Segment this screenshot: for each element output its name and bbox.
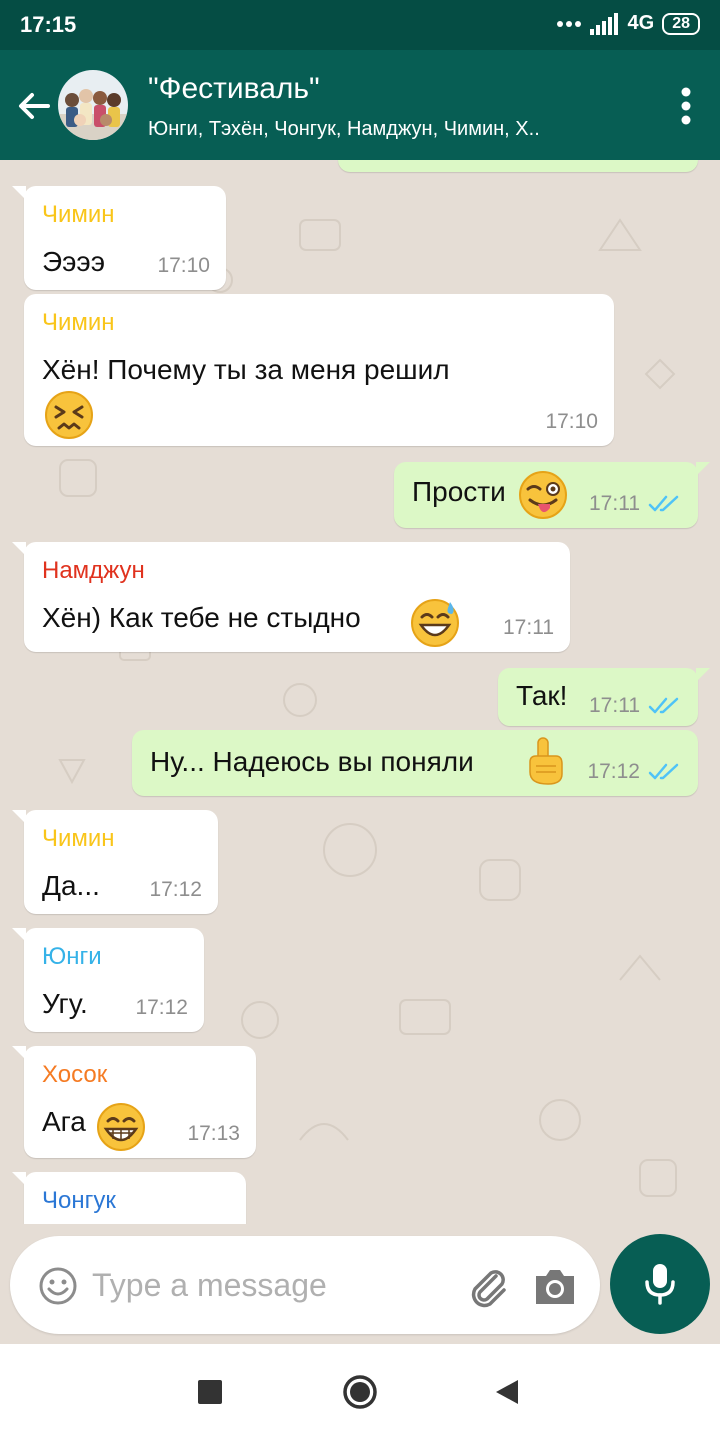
arrow-left-icon[interactable]: [14, 86, 54, 126]
camera-icon[interactable]: [532, 1264, 578, 1308]
message-time: 17:11: [589, 492, 640, 515]
grinning-face-with-sweat-icon: [411, 599, 459, 647]
incoming-message[interactable]: Хосок Ага 17:13: [12, 1046, 256, 1158]
message-text: Хён) Как тебе не стыдно: [42, 602, 361, 633]
sender-name: Юнги: [42, 943, 102, 970]
message-time: 17:11: [589, 694, 640, 717]
paperclip-icon[interactable]: [466, 1264, 510, 1308]
voice-record-button[interactable]: [610, 1234, 710, 1334]
home-icon[interactable]: [342, 1374, 378, 1410]
message-time: 17:12: [149, 878, 202, 901]
message-text: Ээээ: [42, 246, 105, 277]
status-time: 17:15: [20, 12, 77, 37]
incoming-message[interactable]: Чимин Хён! Почему ты за меня решил 17:10: [24, 294, 614, 446]
read-ticks-icon: [648, 697, 679, 714]
message-text: Ага: [42, 1106, 86, 1137]
chat-header: "Фестиваль" Юнги, Тэхён, Чонгук, Намджун…: [0, 50, 720, 160]
status-icons: 4G 28: [556, 12, 700, 35]
incoming-message[interactable]: Чимин Да... 17:12: [12, 810, 218, 914]
outgoing-message[interactable]: Так! 17:11: [498, 668, 710, 726]
more-vertical-icon[interactable]: [680, 86, 692, 126]
sender-name: Чонгук: [42, 1187, 116, 1214]
outgoing-message[interactable]: Ну... Надеюсь вы поняли 17:12: [132, 730, 698, 796]
message-text: Да...: [42, 870, 100, 901]
dots-icon: [556, 20, 581, 27]
message-time: 17:13: [187, 1122, 240, 1145]
chat-members[interactable]: Юнги, Тэхён, Чонгук, Намджун, Чимин, Х..: [148, 118, 628, 141]
message-meta: 17:10: [157, 254, 210, 278]
message-body: Хён! Почему ты за меня решил: [42, 352, 542, 440]
incoming-message[interactable]: Намджун Хён) Как тебе не стыдно 17:11: [12, 542, 570, 652]
incoming-message[interactable]: Юнги Угу. 17:12: [12, 928, 204, 1032]
message-text: Прости: [412, 476, 506, 507]
message-input-container: [10, 1236, 600, 1334]
network-label: 4G: [627, 12, 655, 34]
chat-title[interactable]: "Фестиваль": [148, 72, 320, 106]
sender-name: Намджун: [42, 557, 145, 584]
read-ticks-icon: [648, 495, 679, 512]
message-text: Ну... Надеюсь вы поняли: [150, 746, 474, 777]
message-meta: 17:12: [135, 996, 188, 1020]
message-text: Угу.: [42, 988, 88, 1019]
message-meta: 17:11: [503, 616, 554, 640]
incoming-message-partial[interactable]: Чонгук: [12, 1172, 246, 1224]
message-time: 17:12: [135, 996, 188, 1019]
recent-apps-icon[interactable]: [198, 1380, 222, 1404]
beaming-face-icon: [97, 1103, 145, 1151]
read-ticks-icon: [648, 763, 679, 780]
battery-icon: 28: [662, 12, 700, 35]
signal-icon: [589, 12, 618, 35]
message-meta: 17:11: [589, 492, 682, 516]
microphone-icon: [645, 1264, 675, 1305]
index-pointing-up-icon: [529, 737, 563, 785]
group-avatar[interactable]: [58, 70, 128, 140]
message-meta: 17:10: [545, 410, 598, 434]
emoji-icon[interactable]: [38, 1266, 78, 1306]
compose-bar: [0, 1224, 720, 1344]
message-input[interactable]: [92, 1260, 452, 1310]
message-time: 17:11: [503, 616, 554, 639]
message-text: Хён! Почему ты за меня решил: [42, 354, 450, 385]
message-time: 17:10: [157, 254, 210, 277]
sender-name: Чимин: [42, 309, 115, 336]
status-bar: 17:15 4G 28: [0, 0, 720, 50]
system-nav-bar: [0, 1344, 720, 1440]
message-time: 17:10: [545, 410, 598, 433]
message-text: Так!: [516, 680, 568, 711]
winking-face-with-tongue-icon: [519, 471, 567, 519]
message-meta: 17:12: [149, 878, 202, 902]
outgoing-message-partial: [338, 160, 698, 172]
confounded-face-icon: [45, 391, 93, 439]
sender-name: Чимин: [42, 825, 115, 852]
sender-name: Хосок: [42, 1061, 108, 1088]
message-meta: 17:11: [589, 694, 682, 718]
sender-name: Чимин: [42, 201, 115, 228]
message-meta: 17:13: [187, 1122, 240, 1146]
back-triangle-icon[interactable]: [494, 1378, 520, 1406]
chat-area[interactable]: Чимин Ээээ 17:10 Чимин Хён! Почему ты за…: [0, 160, 720, 1224]
incoming-message[interactable]: Чимин Ээээ 17:10: [12, 186, 226, 290]
message-meta: 17:12: [587, 760, 682, 784]
message-time: 17:12: [587, 760, 640, 783]
outgoing-message[interactable]: Прости 17:11: [394, 462, 710, 528]
